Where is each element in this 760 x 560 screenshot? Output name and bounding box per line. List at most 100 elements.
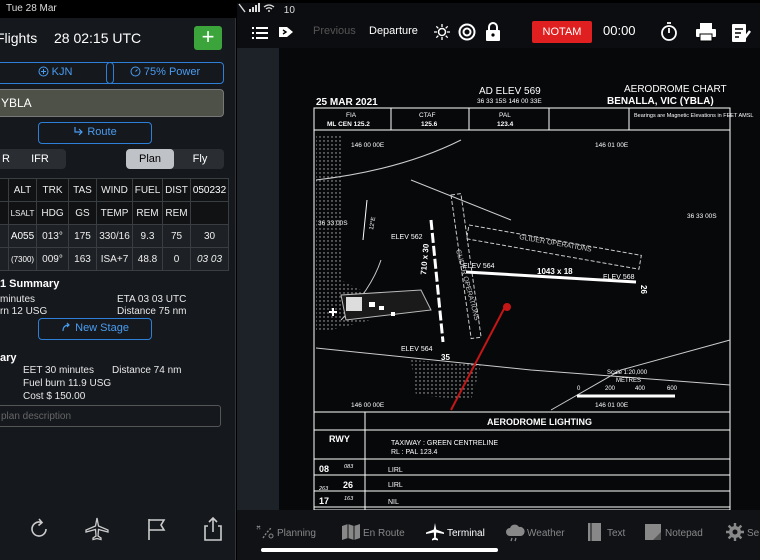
mode-plan-option[interactable]: Plan <box>126 149 174 169</box>
navlog-cell: 163 <box>68 247 97 271</box>
aircraft-button[interactable]: KJN <box>0 62 114 84</box>
previous-button[interactable]: Previous <box>313 25 356 37</box>
rwy-08-lighting: LIRL <box>388 467 403 474</box>
freq-fia-value: ML CEN 125.2 <box>327 121 370 128</box>
route-label: Route <box>87 126 117 138</box>
chart-location: BENALLA, VIC (YBLA) <box>607 96 714 107</box>
navlog-cell <box>0 178 9 202</box>
plan-description-input[interactable]: plan description <box>0 405 221 427</box>
summary-burn: rn 12 USG <box>0 306 48 317</box>
elev-564-south: ELEV 564 <box>401 346 433 353</box>
chart-title: AERODROME CHART <box>624 84 727 95</box>
freq-pal-value: 123.4 <box>497 121 514 128</box>
airport-field[interactable]: YBLA <box>0 89 224 117</box>
navlog-cell <box>190 201 229 225</box>
chart-viewer: Previous Departure NOTAM 00:00 25 MAR 20… <box>237 18 760 560</box>
summary-distance: Distance 75 nm <box>117 306 187 317</box>
printer-icon[interactable] <box>695 22 717 42</box>
rules-ifr-option[interactable]: IFR <box>20 149 60 169</box>
scale-units: METRES <box>616 378 641 384</box>
notam-button[interactable]: NOTAM <box>532 21 592 43</box>
overall-summary-title: ary <box>0 352 17 364</box>
lighting-title: AERODROME LIGHTING <box>487 417 592 427</box>
chart-page-strip[interactable] <box>237 48 279 510</box>
notepad-icon <box>645 524 661 540</box>
navlog-row[interactable]: A055 013° 175 330/16 9.3 75 30 <box>0 224 229 248</box>
signal-wifi-icon <box>238 3 275 13</box>
navlog-row[interactable]: (7300) 009° 163 ISA+7 48.8 0 03 03 <box>0 247 229 271</box>
route-button[interactable]: Route <box>38 122 152 144</box>
stage-summary-title: 1 Summary <box>0 278 60 290</box>
navlog-cell: 75 <box>162 224 191 248</box>
book-icon <box>588 523 601 541</box>
navlog-cell[interactable]: A055 <box>8 224 37 248</box>
chart-tab-bar: Planning En Route Terminal Weather Text … <box>237 510 760 560</box>
overall-cost: Cost $ 150.00 <box>23 391 86 402</box>
chart-toolbar: Previous Departure NOTAM 00:00 <box>237 18 760 48</box>
airplane-icon[interactable] <box>84 516 110 542</box>
status-bar: Tue 28 Mar ••• 10 <box>0 0 760 545</box>
home-indicator[interactable] <box>261 548 498 552</box>
mode-fly-option[interactable]: Fly <box>176 149 224 169</box>
left-toolbar <box>0 508 236 560</box>
navlog-table: ALT TRK TAS WIND FUEL DIST 050232 LSALT … <box>0 178 229 271</box>
overall-eet: EET 30 minutes <box>23 365 94 376</box>
share-icon[interactable] <box>200 516 226 542</box>
terminal-plane-icon <box>426 523 444 541</box>
navlog-cell: 48.8 <box>132 247 163 271</box>
departure-label[interactable]: Departure <box>369 25 418 37</box>
new-stage-button[interactable]: New Stage <box>38 318 152 340</box>
navlog-cell: 009° <box>36 247 69 271</box>
freq-pal-label: PAL <box>499 112 511 119</box>
lock-icon[interactable] <box>485 22 501 42</box>
lifebuoy-icon[interactable] <box>458 23 476 41</box>
flight-plan-panel: Flights 28 02:15 UTC + KJN 75% Power YBL… <box>0 18 236 560</box>
refresh-icon[interactable] <box>26 516 52 542</box>
navlog-cell: ALT <box>8 178 37 202</box>
flight-datetime: 28 02:15 UTC <box>54 30 142 46</box>
navlog-cell: TAS <box>68 178 97 202</box>
navlog-cell: 175 <box>68 224 97 248</box>
freq-fia-label: FIA <box>346 112 357 119</box>
hangar <box>346 297 362 311</box>
tab-settings-label: Se <box>747 528 760 539</box>
clipboard-edit-icon[interactable] <box>730 21 752 43</box>
elev-562: ELEV 562 <box>391 234 423 241</box>
navlog-cell: FUEL <box>132 178 163 202</box>
gear-icon <box>726 523 744 541</box>
navlog-cell <box>0 247 9 271</box>
flag-icon[interactable] <box>144 516 170 542</box>
route-icon <box>74 127 84 136</box>
brightness-icon[interactable] <box>434 24 450 40</box>
rwy-26-hdg: 263 <box>318 486 329 492</box>
dotted-terrain <box>411 360 481 400</box>
runway-35-label: 35 <box>441 353 450 362</box>
chart-coords: 36 33 15S 146 00 33E <box>477 98 542 105</box>
freq-ctaf-value: 125.6 <box>421 121 438 128</box>
flight-rules-toggle[interactable]: R IFR <box>0 149 66 169</box>
planning-icon <box>256 525 274 539</box>
tab-weather-label: Weather <box>527 528 565 539</box>
power-setting-button[interactable]: 75% Power <box>106 62 224 84</box>
freq-ctaf-label: CTAF <box>419 112 436 119</box>
route-forward-icon[interactable] <box>278 24 294 40</box>
elev-564-north: ELEV 564 <box>463 263 495 270</box>
lon-left-bottom: 146 00 00E <box>351 402 385 409</box>
scale-tick-200: 200 <box>605 386 616 392</box>
rwy-26: 26 <box>343 480 353 490</box>
rwy-17: 17 <box>319 496 329 506</box>
list-icon[interactable] <box>252 26 268 40</box>
navlog-cell <box>0 201 9 225</box>
aerodrome-chart[interactable]: 25 MAR 2021 AD ELEV 569 36 33 15S 146 00… <box>311 80 760 510</box>
stopwatch-icon[interactable] <box>660 22 678 42</box>
rules-vfr-option[interactable]: R <box>0 149 16 169</box>
rwy-header: RWY <box>329 434 350 444</box>
flights-title: Flights <box>0 30 38 46</box>
plan-fly-toggle[interactable]: Plan Fly <box>126 149 224 169</box>
lon-right-top: 146 01 00E <box>595 142 629 149</box>
new-stage-label: New Stage <box>75 322 129 334</box>
add-flight-button[interactable]: + <box>194 26 222 50</box>
summary-minutes: minutes <box>0 294 36 305</box>
navlog-cell: WIND <box>96 178 133 202</box>
timer-display: 00:00 <box>603 23 636 38</box>
